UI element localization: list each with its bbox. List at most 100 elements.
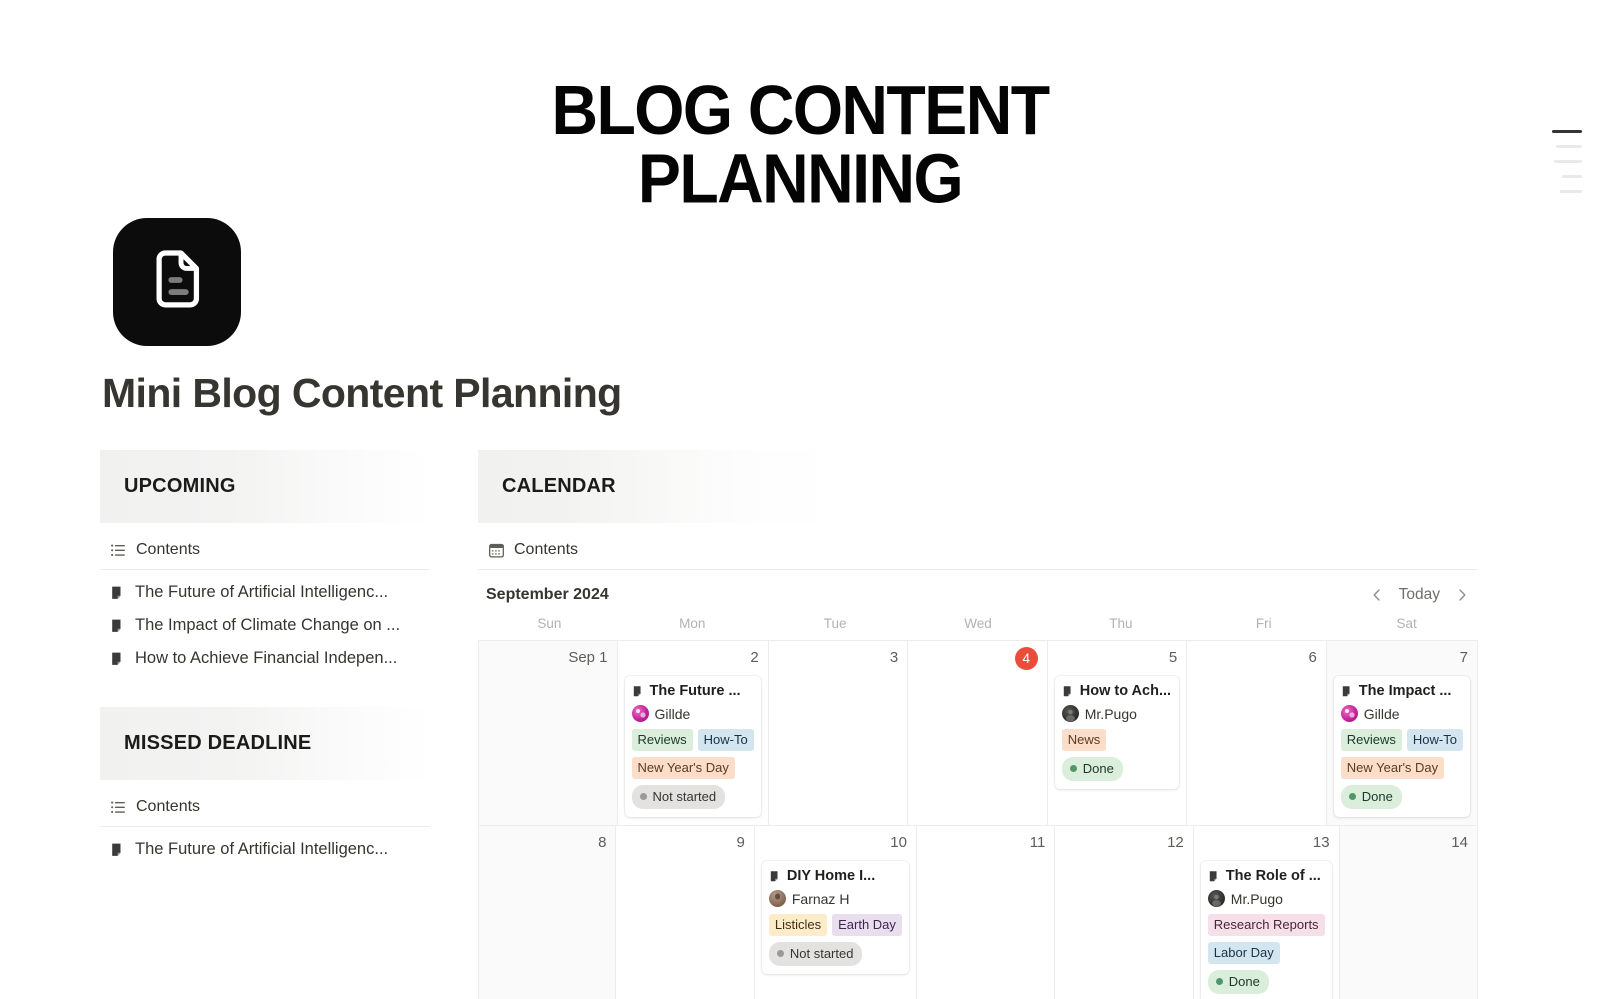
event-tag: New Year's Day: [631, 757, 735, 779]
calendar-day-cell[interactable]: 6: [1187, 641, 1327, 825]
calendar-event-card[interactable]: The Future ... Gillde Reviews How-To New Yea…: [624, 676, 761, 817]
event-person: Gillde: [1340, 705, 1463, 722]
list-item-label: The Future of Artificial Intelligenc...: [135, 583, 389, 601]
event-tag: Listicles: [768, 914, 828, 936]
event-tag-row: New Year's Day: [1340, 757, 1463, 779]
status-badge: Not started: [768, 942, 863, 966]
event-tag: Research Reports: [1207, 914, 1325, 936]
calendar-day-cell[interactable]: 7 The Impact ... Gillde Reviews How-To New Ye…: [1326, 641, 1478, 825]
calendar-event-card[interactable]: DIY Home I... Farnaz H Listicles Earth Day N…: [761, 861, 909, 974]
avatar-gillde-icon: [1340, 705, 1358, 722]
calendar-weekday-header: Sun Mon Tue Wed Thu Fri Sat: [478, 616, 1478, 640]
missed-deadline-contents-row[interactable]: Contents: [100, 780, 430, 826]
status-label: Done: [1361, 789, 1393, 804]
calendar-day-cell[interactable]: 4: [908, 641, 1048, 825]
weekday-label: Thu: [1109, 616, 1133, 631]
mini-table-of-contents[interactable]: [1552, 130, 1582, 193]
calendar-day-cell[interactable]: 14: [1339, 826, 1478, 999]
mini-toc-bar[interactable]: [1560, 190, 1582, 193]
calendar-contents-label: Contents: [514, 541, 579, 558]
status-badge: Done: [1061, 757, 1123, 781]
event-title-text: The Impact ...: [1358, 683, 1452, 699]
mini-toc-bar[interactable]: [1552, 130, 1582, 133]
day-number: 10: [890, 834, 907, 851]
calendar-day-cell[interactable]: 8: [478, 826, 617, 999]
mini-toc-bar[interactable]: [1554, 160, 1582, 163]
status-dot-icon: [1348, 793, 1356, 800]
list-item[interactable]: The Impact of Climate Change on ...: [100, 609, 430, 642]
calendar-event-card[interactable]: The Role of ... Mr.Pugo Research Reports La…: [1200, 861, 1332, 999]
chevron-right-icon[interactable]: [1454, 587, 1470, 603]
event-title: The Role of ...: [1208, 868, 1325, 884]
avatar-farnaz-icon: [768, 890, 786, 907]
page-icon: [110, 651, 126, 667]
calendar-day-cell[interactable]: 9: [616, 826, 755, 999]
avatar-mrpugo-icon: [1207, 890, 1225, 907]
calendar-contents-row[interactable]: Contents: [478, 523, 1478, 569]
event-title-text: The Future ...: [649, 683, 741, 699]
calendar-event-card[interactable]: How to Ach... Mr.Pugo News Done: [1054, 676, 1180, 789]
page-icon: [1208, 870, 1221, 883]
avatar-mrpugo-icon: [1061, 705, 1079, 722]
upcoming-banner: UPCOMING: [100, 450, 430, 523]
weekday-label: Mon: [679, 616, 706, 631]
event-title-text: How to Ach...: [1079, 683, 1172, 699]
calendar-banner: CALENDAR: [478, 450, 1478, 523]
event-tag-row: Research Reports: [1207, 914, 1325, 936]
status-label: Not started: [789, 946, 854, 961]
day-number: 8: [598, 834, 607, 851]
calendar-icon: [488, 542, 505, 559]
calendar-day-cell[interactable]: 11: [916, 826, 1056, 999]
event-title: DIY Home I...: [769, 868, 902, 884]
list-item[interactable]: The Future of Artificial Intelligenc...: [100, 576, 430, 609]
event-person: Farnaz H: [768, 890, 902, 907]
list-item-label: The Impact of Climate Change on ...: [135, 616, 401, 634]
upcoming-contents-row[interactable]: Contents: [100, 523, 430, 569]
event-tag: Labor Day: [1207, 942, 1280, 964]
calendar-month-label: September 2024: [486, 586, 609, 603]
day-number: 9: [736, 834, 745, 851]
day-number: 12: [1167, 834, 1184, 851]
event-person: Gillde: [631, 705, 754, 722]
page-icon-wrapper[interactable]: [113, 218, 241, 346]
event-tag: How-To: [1406, 729, 1463, 751]
day-number: 6: [1308, 649, 1317, 666]
calendar-event-card[interactable]: The Impact ... Gillde Reviews How-To New Yea…: [1333, 676, 1470, 817]
calendar-day-cell[interactable]: Sep 1: [478, 641, 618, 825]
day-number: Sep 1: [568, 649, 608, 666]
event-title: How to Ach...: [1062, 683, 1173, 699]
page-icon: [110, 842, 126, 858]
cover-title-line1: BLOG CONTENT: [551, 72, 1050, 150]
day-number: 14: [1451, 834, 1468, 851]
mini-toc-bar[interactable]: [1556, 145, 1582, 148]
page-icon: [769, 870, 782, 883]
event-person-name: Mr.Pugo: [1230, 890, 1283, 907]
chevron-left-icon[interactable]: [1369, 587, 1385, 603]
event-tag: Reviews: [1340, 729, 1402, 751]
status-badge: Done: [1340, 785, 1402, 809]
calendar-day-cell[interactable]: 13 The Role of ... Mr.Pugo Research Reports…: [1193, 826, 1340, 999]
calendar-day-cell[interactable]: 10 DIY Home I... Farnaz H Listicles Earth Da…: [754, 826, 917, 999]
event-title: The Impact ...: [1341, 683, 1463, 699]
today-button[interactable]: Today: [1399, 586, 1440, 604]
calendar-day-cell[interactable]: 5 How to Ach... Mr.Pugo News Done: [1047, 641, 1188, 825]
event-title: The Future ...: [632, 683, 754, 699]
list-item[interactable]: How to Achieve Financial Indepen...: [100, 642, 430, 675]
upcoming-contents-label: Contents: [136, 541, 201, 558]
upcoming-heading: UPCOMING: [124, 475, 236, 497]
event-tag-row: Reviews How-To: [1340, 729, 1463, 751]
page-icon: [1062, 685, 1075, 698]
cover-title-line2: PLANNING: [637, 140, 964, 210]
day-number: 2: [750, 649, 759, 666]
cover-banner: BLOG CONTENT PLANNING: [0, 0, 1600, 210]
calendar-day-cell[interactable]: 12: [1055, 826, 1194, 999]
status-badge: Done: [1207, 970, 1269, 994]
calendar-day-cell[interactable]: 2 The Future ... Gillde Reviews How-To New Ye…: [617, 641, 769, 825]
list-item[interactable]: The Future of Artificial Intelligenc...: [100, 833, 430, 866]
event-tag: Earth Day: [832, 914, 902, 936]
day-number: 13: [1312, 834, 1330, 851]
calendar-column: CALENDAR Contents September 2024 Today S…: [478, 450, 1478, 999]
mini-toc-bar[interactable]: [1562, 175, 1582, 178]
calendar-day-cell[interactable]: 3: [768, 641, 909, 825]
page-title: Mini Blog Content Planning: [102, 370, 622, 416]
